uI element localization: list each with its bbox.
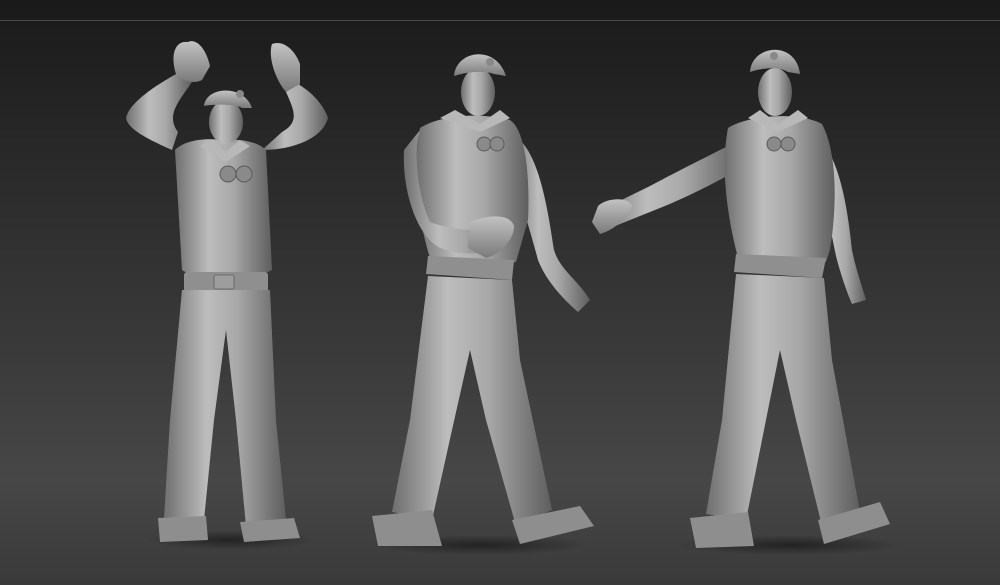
figure-walking-hand-forward [370,54,594,555]
render-viewport [0,0,1000,585]
figure-walking-arm-extended [592,49,905,555]
sculpt-figures [126,41,905,555]
figure-arms-raised [126,41,328,550]
